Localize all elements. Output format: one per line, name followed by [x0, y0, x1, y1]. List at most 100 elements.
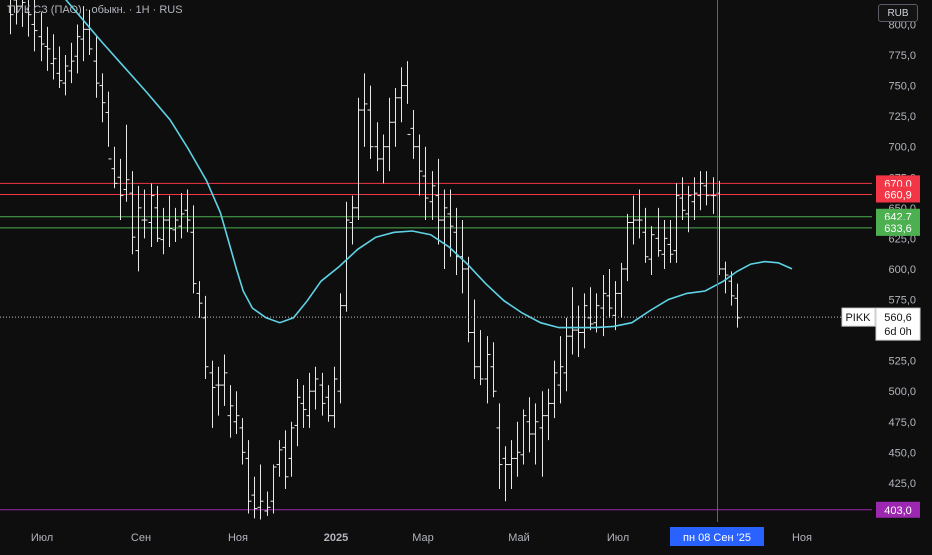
- ohlc-bar: [673, 183, 680, 263]
- ohlc-bar: [374, 122, 381, 172]
- level-badge-label: 633,6: [884, 223, 912, 235]
- ohlc-bar: [496, 403, 503, 489]
- ohlc-bar: [575, 305, 582, 357]
- ohlc-bar: [282, 430, 289, 489]
- ohlc-bar: [655, 207, 662, 257]
- ohlc-bar: [667, 220, 674, 263]
- chart-canvas[interactable]: 800,0775,0750,0725,0700,0675,0650,0625,0…: [0, 0, 932, 550]
- ohlc-bar: [392, 88, 399, 147]
- ohlc-bar: [539, 391, 546, 477]
- ohlc-bar: [148, 183, 155, 247]
- y-tick-label: 525,0: [888, 356, 916, 368]
- ohlc-bar: [441, 189, 448, 269]
- ohlc-bar: [276, 440, 283, 477]
- ohlc-bar: [288, 421, 295, 477]
- x-tick-label: 2025: [324, 532, 348, 544]
- ohlc-bar: [734, 283, 741, 328]
- ohlc-bar: [398, 67, 405, 123]
- currency-button[interactable]: RUB: [878, 4, 918, 22]
- ohlc-bar: [38, 12, 45, 62]
- x-tick-label: Май: [508, 532, 530, 544]
- ohlc-bar: [319, 372, 326, 416]
- ohlc-bar: [386, 97, 393, 172]
- ohlc-bar: [239, 418, 246, 465]
- ohlc-bar: [172, 207, 179, 243]
- ohlc-bar: [557, 336, 564, 404]
- ohlc-bar: [514, 421, 521, 477]
- ohlc-bar: [233, 391, 240, 434]
- ohlc-bar: [618, 262, 625, 318]
- ohlc-bar: [520, 409, 527, 465]
- ohlc-bar: [484, 336, 491, 404]
- ohlc-bar: [349, 195, 356, 245]
- ohlc-bar: [44, 26, 51, 71]
- y-tick-label: 575,0: [888, 295, 916, 307]
- ohlc-bar: [294, 378, 301, 447]
- ohlc-bar: [410, 110, 417, 159]
- ohlc-bar: [306, 372, 313, 428]
- ohlc-bar: [331, 366, 338, 428]
- ohlc-bar: [685, 185, 692, 233]
- ohlc-bar: [62, 55, 69, 96]
- ohlc-bar: [612, 281, 619, 331]
- ohlc-bar: [325, 385, 332, 422]
- ohlc-bar: [215, 366, 222, 416]
- ohlc-bar: [135, 185, 142, 272]
- ohlc-bar: [209, 360, 216, 428]
- ohlc-bar: [587, 287, 594, 331]
- ohlc-bar: [50, 34, 57, 80]
- countdown-label: 6d 0h: [884, 326, 912, 338]
- ohlc-bar: [141, 189, 148, 239]
- ohlc-bar: [581, 293, 588, 349]
- ohlc-bar: [86, 9, 93, 56]
- ohlc-bar: [404, 61, 411, 135]
- ohlc-bar: [508, 440, 515, 489]
- ohlc-bar: [361, 73, 368, 147]
- ohlc-bar: [526, 397, 533, 453]
- y-tick-label: 725,0: [888, 111, 916, 123]
- ohlc-bar: [380, 134, 387, 184]
- ohlc-bar: [642, 207, 649, 263]
- y-tick-label: 775,0: [888, 50, 916, 62]
- ohlc-bar: [105, 91, 112, 160]
- ohlc-bar: [471, 299, 478, 379]
- ohlc-bar: [606, 268, 613, 318]
- ohlc-bar: [74, 24, 81, 74]
- ohlc-bar: [697, 171, 704, 211]
- ohlc-bar: [703, 171, 710, 206]
- ohlc-bar: [545, 388, 552, 441]
- x-tick-label: Июл: [607, 532, 629, 544]
- moving-average-line: [65, 0, 793, 329]
- ohlc-bar: [490, 342, 497, 398]
- ohlc-bar: [502, 446, 509, 502]
- ohlc-bar: [264, 491, 271, 516]
- ohlc-bar: [257, 464, 264, 520]
- symbol-label: PIKK: [845, 312, 871, 324]
- y-tick-label: 750,0: [888, 81, 916, 93]
- ohlc-bar: [648, 226, 655, 276]
- ohlc-bar: [453, 207, 460, 276]
- level-badge-label: 660,9: [884, 189, 912, 201]
- ohlc-bar: [202, 295, 209, 379]
- y-tick-label: 475,0: [888, 417, 916, 429]
- ohlc-bar: [563, 317, 570, 392]
- ohlc-bar: [429, 171, 436, 221]
- crosshair-date-label: пн 08 Сен '25: [683, 532, 751, 544]
- y-tick-label: 700,0: [888, 142, 916, 154]
- ohlc-bar: [68, 42, 75, 84]
- ohlc-bar: [367, 85, 374, 159]
- ohlc-bar: [221, 354, 228, 406]
- ohlc-bar: [532, 403, 539, 465]
- price-chart[interactable]: 800,0775,0750,0725,0700,0675,0650,0625,0…: [0, 0, 932, 550]
- ohlc-bar: [630, 195, 637, 245]
- ohlc-bar: [178, 193, 185, 239]
- ohlc-bar: [435, 158, 442, 245]
- ohlc-bar: [56, 46, 63, 89]
- ohlc-bar: [245, 440, 252, 514]
- ohlc-bar: [251, 476, 258, 519]
- ohlc-bar: [270, 464, 277, 514]
- ohlc-bar: [160, 207, 167, 255]
- x-tick-label: Ноя: [792, 532, 812, 544]
- ohlc-bar: [111, 146, 118, 189]
- ohlc-bar: [355, 97, 362, 221]
